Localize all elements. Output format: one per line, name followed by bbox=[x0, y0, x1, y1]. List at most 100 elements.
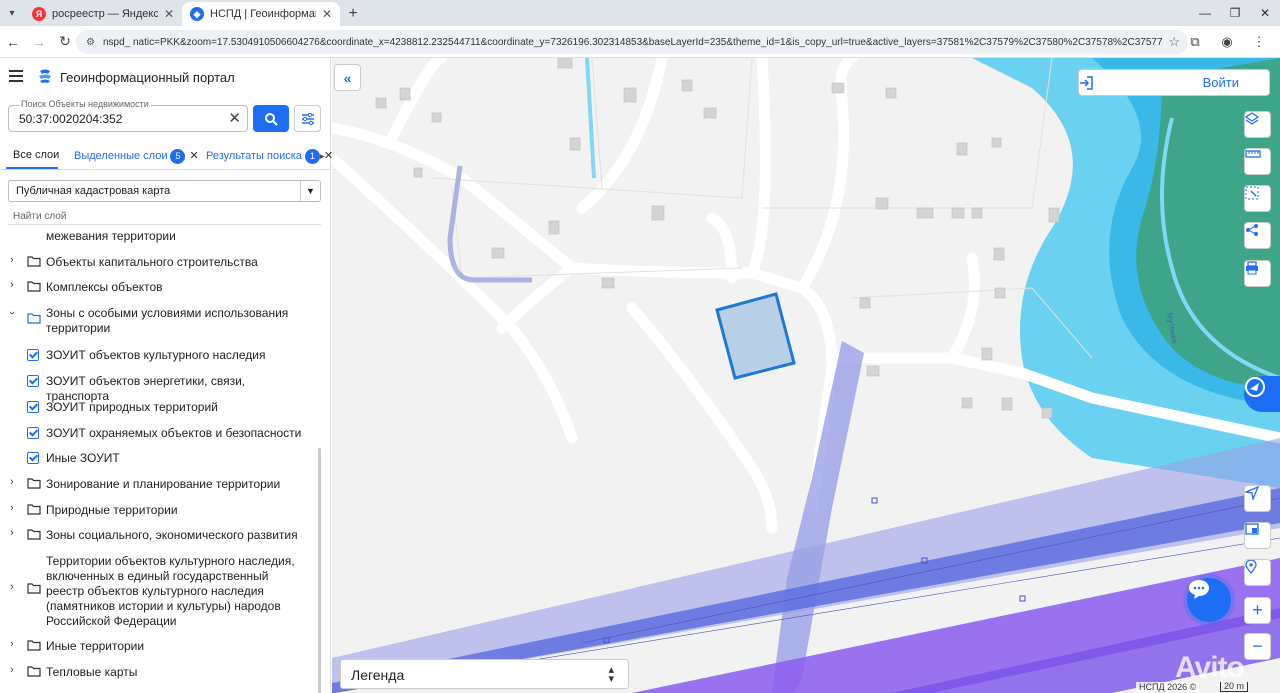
geolocate-button[interactable] bbox=[1244, 485, 1271, 512]
folder-icon bbox=[27, 583, 41, 594]
basemap-select[interactable]: Публичная кадастровая карта ▼ bbox=[8, 180, 321, 202]
close-tab-icon[interactable]: ✕ bbox=[164, 7, 174, 21]
search-input[interactable]: 50:37:0020204:352 bbox=[19, 112, 122, 126]
chevron-right-icon[interactable]: › bbox=[10, 254, 14, 266]
tab-all-layers[interactable]: Все слои bbox=[13, 149, 59, 161]
url-text: nspd_ natic=PKK&zoom=17.5304910506604276… bbox=[102, 36, 1163, 48]
tabs-scroll-right-icon[interactable]: ▸ bbox=[320, 151, 325, 162]
checkbox-checked[interactable] bbox=[27, 401, 39, 413]
basemap-toggle-button[interactable] bbox=[1244, 522, 1271, 549]
area-select-icon bbox=[1245, 186, 1259, 200]
chevron-right-icon[interactable]: › bbox=[10, 581, 14, 593]
new-tab-button[interactable]: + bbox=[340, 2, 366, 26]
chevron-right-icon[interactable]: › bbox=[10, 476, 14, 488]
cadastral-search-field[interactable]: Поиск Объекты недвижимости 50:37:0020204… bbox=[8, 99, 248, 132]
chevron-right-icon[interactable]: › bbox=[10, 527, 14, 539]
selected-parcel[interactable] bbox=[715, 292, 796, 380]
tree-item-label: ЗОУИТ охраняемых объектов и безопасности bbox=[46, 426, 302, 440]
chevron-right-icon[interactable]: › bbox=[10, 279, 14, 291]
clear-search-icon[interactable]: ✕ bbox=[228, 109, 241, 127]
basemap-value: Публичная кадастровая карта bbox=[16, 185, 171, 197]
tab-search-results[interactable]: Результаты поиска 1 ✕ bbox=[206, 149, 333, 164]
login-button[interactable]: Войти bbox=[1078, 69, 1270, 96]
location-pin-icon bbox=[1245, 560, 1257, 574]
chevron-right-icon[interactable]: › bbox=[10, 664, 14, 676]
layer-tabs: Все слои Выделенные слои 5 ✕ Результаты по… bbox=[0, 144, 333, 170]
print-icon bbox=[1246, 261, 1258, 275]
close-tab-icon[interactable]: ✕ bbox=[322, 7, 332, 21]
minimap-icon bbox=[1245, 523, 1259, 535]
zoom-in-button[interactable]: + bbox=[1244, 597, 1271, 624]
chevron-right-icon[interactable]: › bbox=[10, 502, 14, 514]
menu-icon[interactable] bbox=[9, 70, 23, 82]
search-button[interactable] bbox=[253, 105, 289, 132]
select-area-tool-button[interactable] bbox=[1244, 185, 1271, 212]
tree-item-expanded[interactable]: › Зоны с особыми условиями использования… bbox=[0, 305, 320, 335]
folder-icon bbox=[27, 640, 41, 651]
checkbox-checked[interactable] bbox=[27, 375, 39, 387]
tree-item-label: Тепловые карты bbox=[46, 665, 138, 679]
copyright-text: НСПД 2026 © bbox=[1136, 682, 1200, 692]
minimize-icon[interactable]: — bbox=[1190, 0, 1220, 26]
search-icon bbox=[265, 112, 278, 126]
portal-title: Геоинформационный портал bbox=[60, 70, 235, 85]
chevron-down-icon[interactable]: › bbox=[6, 311, 18, 315]
site-info-icon[interactable]: ⚙ bbox=[86, 37, 95, 48]
close-tab-icon[interactable]: ✕ bbox=[189, 150, 198, 162]
checkbox-checked[interactable] bbox=[27, 452, 39, 464]
tab-label: Выделенные слои bbox=[74, 150, 168, 162]
filter-button[interactable] bbox=[294, 105, 321, 132]
layer-tree-scrollbar[interactable] bbox=[318, 448, 321, 693]
tab-search-icon[interactable]: ▾ bbox=[0, 0, 24, 26]
scale-bar: 20 m bbox=[1220, 682, 1248, 692]
location-pin-button[interactable] bbox=[1244, 559, 1271, 586]
checkbox-checked[interactable] bbox=[27, 427, 39, 439]
find-layer-input[interactable]: Найти слой bbox=[13, 211, 66, 222]
chevron-right-icon[interactable]: › bbox=[10, 638, 14, 650]
folder-icon bbox=[27, 281, 41, 292]
reload-icon[interactable]: ↻ bbox=[52, 29, 78, 55]
login-label: Войти bbox=[1202, 75, 1239, 90]
measure-tool-button[interactable] bbox=[1244, 148, 1271, 175]
tab-selected-layers[interactable]: Выделенные слои 5 ✕ bbox=[74, 149, 199, 164]
chat-bubble-icon bbox=[1189, 580, 1209, 599]
tree-item-label: ЗОУИТ объектов культурного наследия bbox=[46, 348, 266, 362]
layer-tree: межевания территории › Объекты капитальн… bbox=[0, 228, 331, 693]
forward-icon[interactable]: → bbox=[26, 29, 52, 55]
folder-icon bbox=[27, 529, 41, 540]
browser-tab-yandex[interactable]: Я росреестр — Яндекс: нашлось ✕ bbox=[24, 2, 182, 26]
chat-button[interactable] bbox=[1187, 578, 1231, 622]
layers-panel: Геоинформационный портал Поиск Объекты н… bbox=[0, 58, 333, 693]
bookmark-star-icon[interactable]: ☆ bbox=[1168, 34, 1180, 50]
panel-header: Геоинформационный портал bbox=[0, 58, 331, 96]
nspd-icon: ◈ bbox=[190, 7, 204, 21]
url-input[interactable]: ⚙ nspd_ natic=PKK&zoom=17.53049105066042… bbox=[76, 30, 1188, 54]
extensions-icon[interactable]: ⧉ bbox=[1182, 29, 1208, 55]
folder-icon bbox=[27, 666, 41, 677]
search-label: Поиск Объекты недвижимости bbox=[19, 99, 151, 109]
tree-item-label: Зонирование и планирование территории bbox=[46, 477, 281, 491]
collapse-panel-button[interactable]: « bbox=[334, 64, 361, 91]
tree-item-label: Иные территории bbox=[46, 639, 145, 653]
restore-icon[interactable]: ❐ bbox=[1220, 0, 1250, 26]
tree-item-label: Территории объектов культурного наследия… bbox=[46, 554, 295, 628]
browser-tab-bar: ▾ Я росреестр — Яндекс: нашлось ✕ ◈ НСПД… bbox=[0, 0, 1280, 26]
profile-icon[interactable]: ◉ bbox=[1214, 29, 1240, 55]
print-tool-button[interactable] bbox=[1244, 260, 1271, 287]
map-canvas[interactable]: Мутенка « Войти + − Легенда ▴ ▾ Avito НСП… bbox=[332, 58, 1280, 693]
layers-tool-button[interactable] bbox=[1244, 111, 1271, 138]
share-tool-button[interactable] bbox=[1244, 222, 1271, 249]
checkbox-checked[interactable] bbox=[27, 349, 39, 361]
yandex-icon: Я bbox=[32, 7, 46, 21]
back-icon[interactable]: ← bbox=[0, 29, 26, 55]
avito-watermark: Avito bbox=[1175, 651, 1245, 684]
tree-item-label: Зоны с особыми условиями использования т… bbox=[46, 306, 289, 335]
tree-item[interactable]: › Территории объектов культурного наслед… bbox=[0, 553, 320, 628]
assistant-side-button[interactable] bbox=[1244, 376, 1280, 412]
browser-tab-nspd[interactable]: ◈ НСПД | Геоинформационный ✕ bbox=[182, 2, 340, 26]
zoom-out-button[interactable]: − bbox=[1244, 633, 1271, 660]
browser-menu-icon[interactable]: ⋮ bbox=[1246, 29, 1272, 55]
tab-label: Результаты поиска bbox=[206, 150, 302, 162]
close-window-icon[interactable]: ✕ bbox=[1250, 0, 1280, 26]
legend-toggle[interactable]: Легенда ▴ ▾ bbox=[340, 659, 629, 689]
